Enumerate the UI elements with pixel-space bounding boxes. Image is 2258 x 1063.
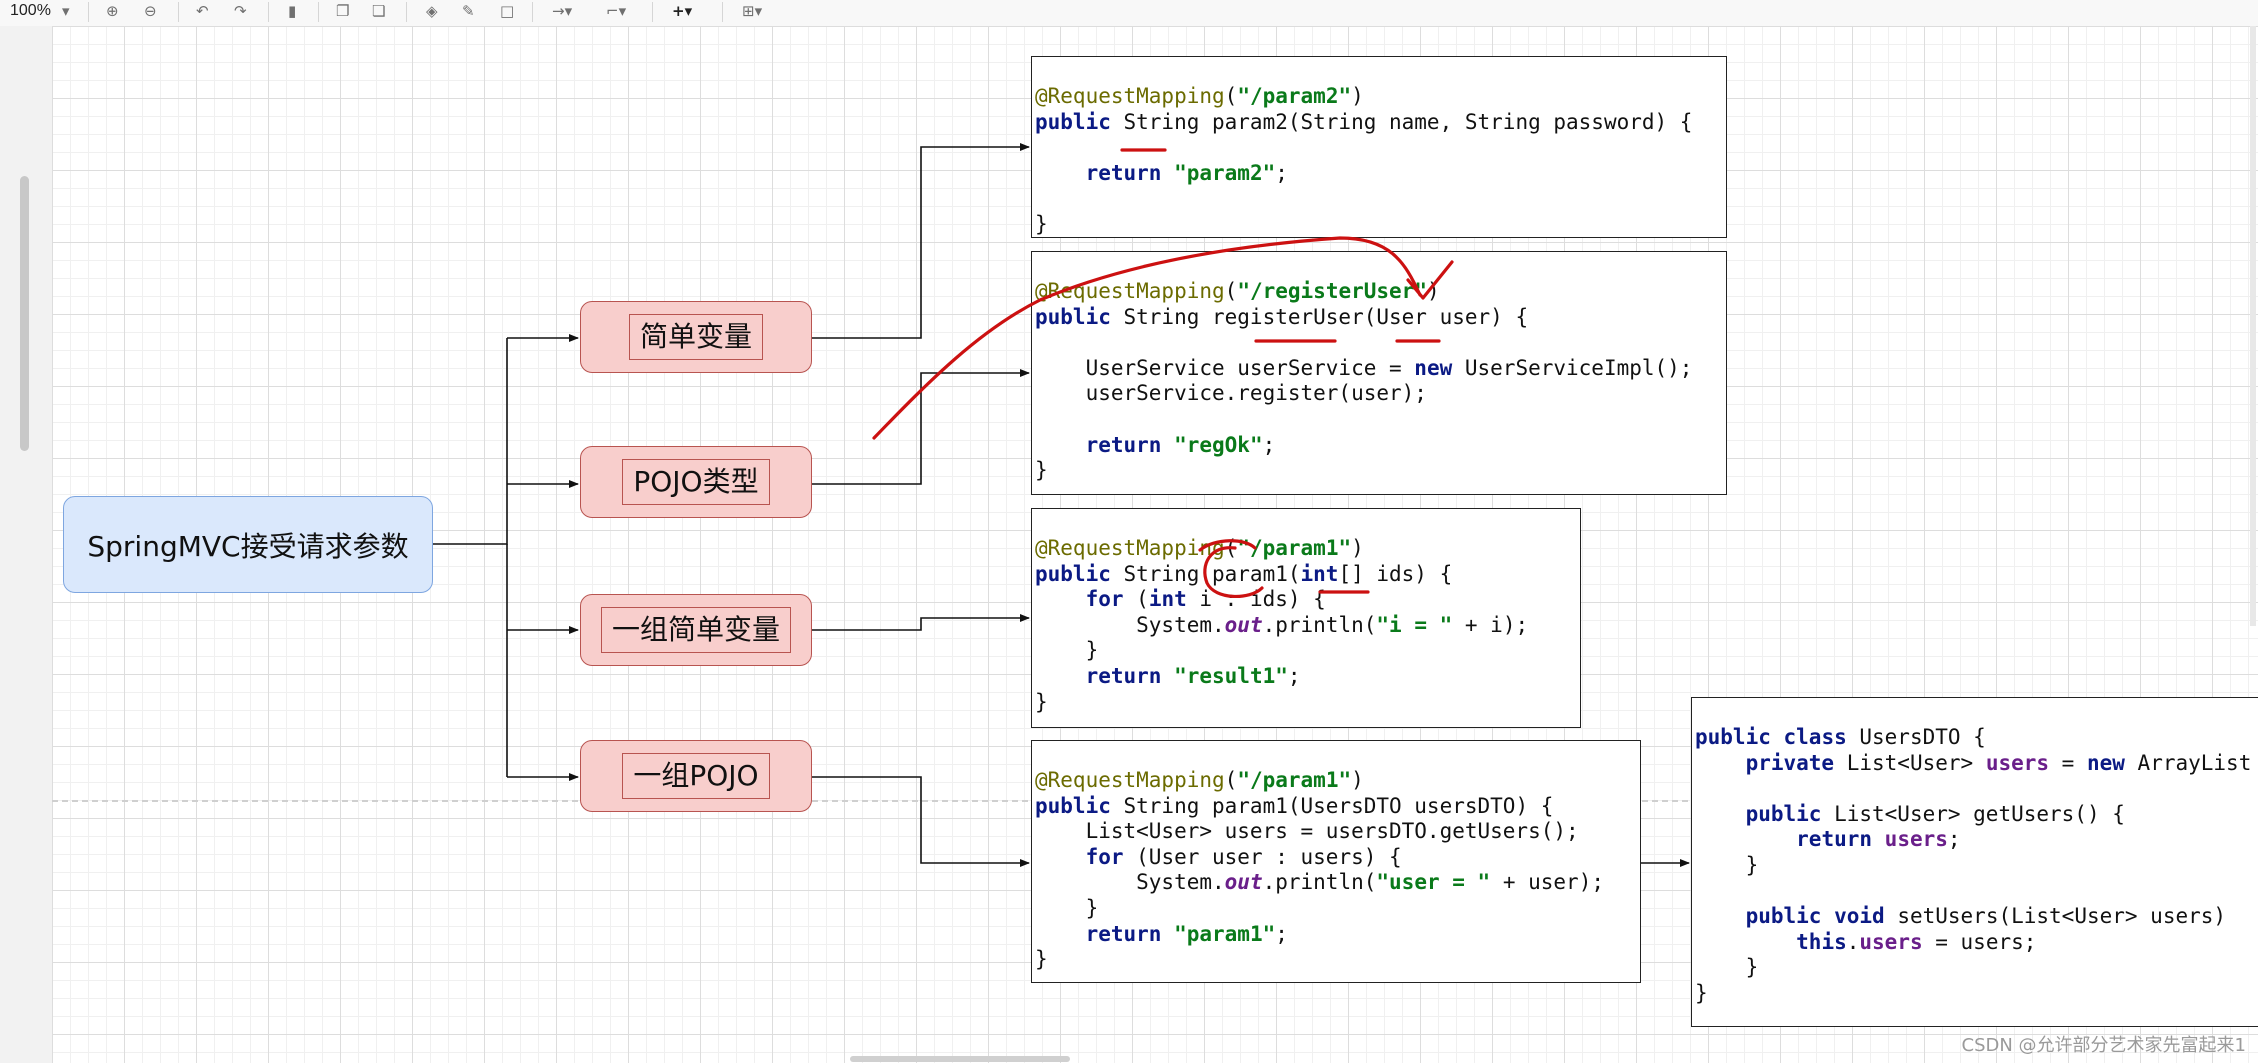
handwritten-annotations <box>872 148 1454 599</box>
ink-circle-param1 <box>1203 546 1264 599</box>
ink-arrow-curve <box>872 236 1422 440</box>
watermark: CSDN @允许部分艺术家先富起来1 <box>1961 1035 2247 1056</box>
ink-check-mark <box>1406 260 1454 300</box>
